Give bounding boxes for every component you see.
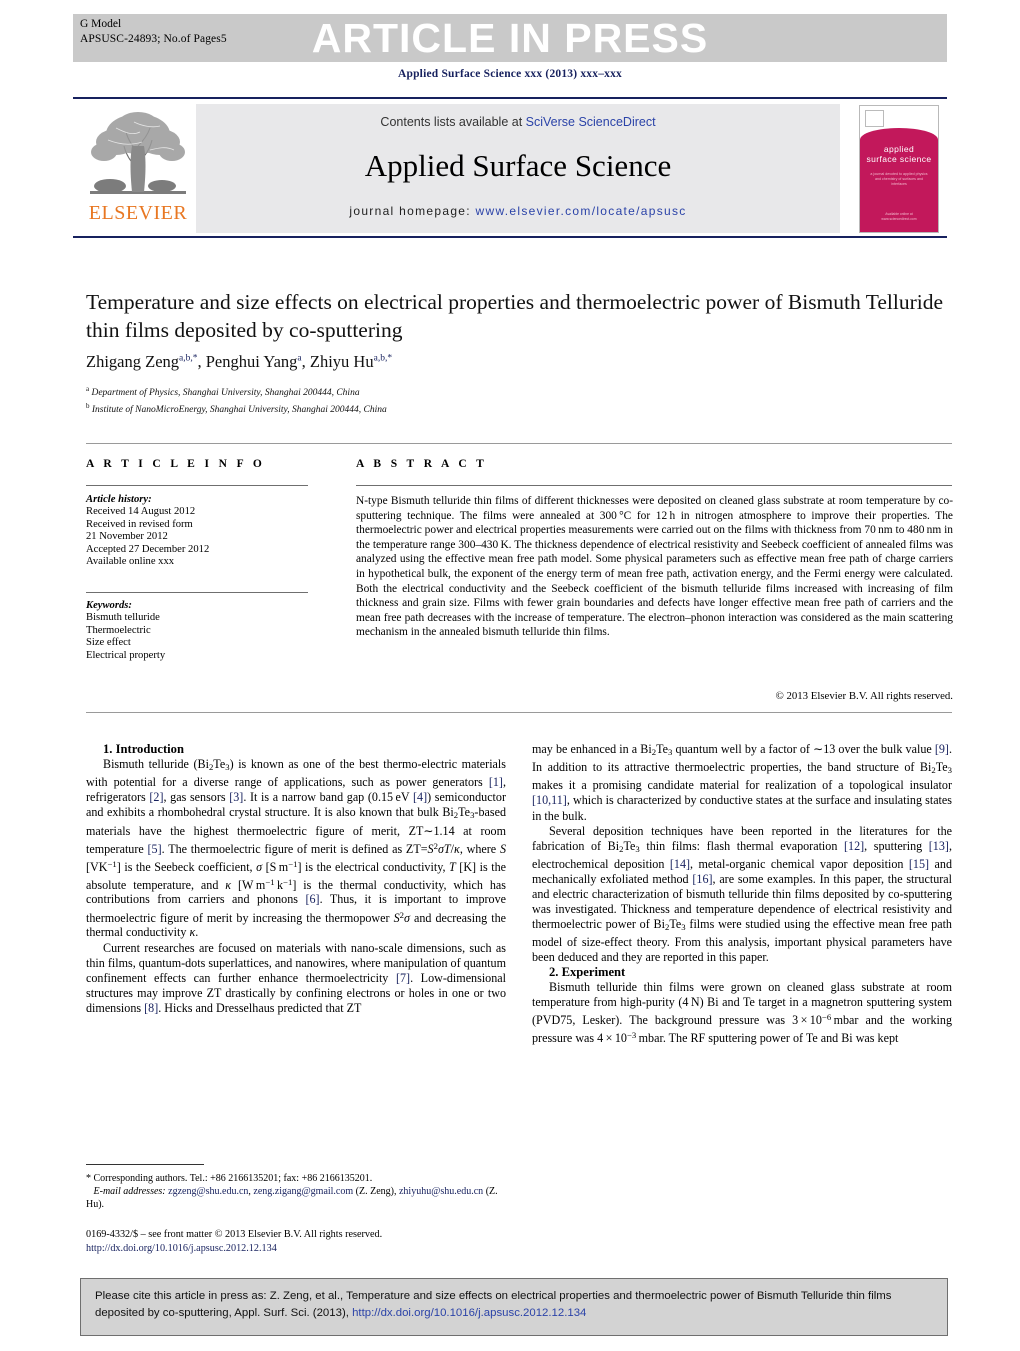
- contents-lists-prefix: Contents lists available at: [380, 115, 526, 129]
- g-model-label: G Model: [80, 18, 122, 30]
- journal-citation-line: Applied Surface Science xxx (2013) xxx–x…: [397, 68, 622, 80]
- footnote-block: * Corresponding authors. Tel.: +86 21661…: [86, 1172, 506, 1211]
- info-section-rule-top: [86, 443, 952, 444]
- footnote-rule: [86, 1164, 204, 1165]
- homepage-url-link[interactable]: www.elsevier.com/locate/apsusc: [476, 204, 687, 218]
- paragraph-experiment-1: Bismuth telluride thin films were grown …: [532, 980, 952, 1046]
- history-item: Accepted 27 December 2012: [86, 543, 210, 555]
- cite-this-article-box: Please cite this article in press as: Z.…: [80, 1278, 948, 1336]
- paragraph-intro-4: Several deposition techniques have been …: [532, 823, 952, 965]
- sciencedirect-link[interactable]: SciVerse ScienceDirect: [526, 115, 656, 129]
- contents-lists-line: Contents lists available at SciVerse Sci…: [196, 115, 840, 129]
- paragraph-intro-2: Current researches are focused on materi…: [86, 940, 506, 1015]
- copyright-line: © 2013 Elsevier B.V. All rights reserved…: [775, 690, 953, 702]
- history-item: Available online xxx: [86, 556, 175, 568]
- cover-title-line2: surface science: [866, 154, 932, 164]
- email-link-2[interactable]: zeng.zigang@gmail.com: [253, 1186, 353, 1197]
- header-rule-top: [73, 97, 947, 99]
- author-list: Zhigang Zenga,b,*, Penghui Yanga, Zhiyu …: [86, 352, 393, 371]
- journal-name: Applied Surface Science: [364, 148, 672, 183]
- history-item: 21 November 2012: [86, 531, 168, 543]
- keyword-item: Electrical property: [86, 649, 166, 661]
- email-attrib-1: (Z. Zeng),: [355, 1186, 397, 1197]
- article-history-label: Article history:: [86, 494, 152, 505]
- affiliation-b: b Institute of NanoMicroEnergy, Shanghai…: [86, 402, 387, 416]
- body-column-left: 1. Introduction Bismuth telluride (Bi2Te…: [86, 742, 506, 1016]
- cover-title-line1: applied: [883, 144, 915, 154]
- section-heading-introduction: 1. Introduction: [103, 742, 184, 756]
- keywords-rule: [86, 592, 308, 593]
- info-rule: [86, 485, 308, 486]
- cover-footer: Available online at www.sciencedirect.co…: [881, 212, 917, 221]
- email-link-1[interactable]: zgzeng@shu.edu.cn: [168, 1186, 248, 1197]
- keywords-label: Keywords:: [86, 600, 132, 611]
- header-rule-bottom: [73, 236, 947, 238]
- cover-subtitle: a journal devoted to applied physics and…: [870, 172, 928, 186]
- cite-doi-link[interactable]: http://dx.doi.org/10.1016/j.apsusc.2012.…: [352, 1307, 586, 1319]
- paragraph-intro-1: Bismuth telluride (Bi2Te3) is known as o…: [86, 757, 507, 940]
- history-item: Received 14 August 2012: [86, 506, 196, 518]
- cite-text: Please cite this article in press as: Z.…: [95, 1288, 933, 1322]
- keyword-item: Bismuth telluride: [86, 612, 160, 624]
- email-line: E-mail addresses: zgzeng@shu.edu.cn, zen…: [86, 1186, 498, 1210]
- abstract-heading: A B S T R A C T: [356, 458, 488, 470]
- article-info-heading: A R T I C L E I N F O: [86, 458, 266, 470]
- affiliations: a Department of Physics, Shanghai Univer…: [86, 383, 786, 417]
- journal-homepage-line: journal homepage: www.elsevier.com/locat…: [196, 204, 840, 218]
- front-matter-block: 0169-4332/$ – see front matter © 2013 El…: [86, 1228, 566, 1256]
- keyword-item: Thermoelectric: [86, 624, 151, 636]
- manuscript-id: APSUSC-24893; No.of Pages5: [80, 33, 227, 45]
- section-heading-experiment: 2. Experiment: [549, 965, 626, 980]
- journal-cover-thumbnail: applied surface science a journal devote…: [859, 105, 939, 233]
- info-section-rule-bottom: [86, 712, 952, 713]
- keyword-item: Size effect: [86, 637, 131, 649]
- g-model-block: G Model APSUSC-24893; No.of Pages5: [80, 17, 227, 47]
- keywords-block: Keywords: Bismuth telluride Thermoelectr…: [86, 600, 316, 662]
- history-item: Received in revised form: [86, 518, 193, 530]
- affiliation-a: a Department of Physics, Shanghai Univer…: [86, 385, 360, 399]
- email-label: E-mail addresses:: [93, 1186, 166, 1197]
- paragraph-intro-3: may be enhanced in a Bi2Te3 quantum well…: [532, 742, 952, 823]
- page-title: Temperature and size effects on electric…: [86, 290, 944, 342]
- elsevier-logo: ELSEVIER: [86, 106, 190, 230]
- elsevier-tree-icon: [88, 108, 188, 200]
- article-history: Article history: Received 14 August 2012…: [86, 494, 316, 568]
- cover-elsevier-mark: [865, 110, 884, 127]
- elsevier-wordmark: ELSEVIER: [88, 202, 188, 224]
- body-column-right: may be enhanced in a Bi2Te3 quantum well…: [532, 742, 952, 1046]
- email-link-3[interactable]: zhiyuhu@shu.edu.cn: [399, 1186, 483, 1197]
- front-matter-line: 0169-4332/$ – see front matter © 2013 El…: [86, 1229, 383, 1240]
- abstract-rule: [356, 485, 952, 486]
- homepage-label: journal homepage:: [349, 204, 476, 218]
- paper-page: ARTICLE IN PRESS G Model APSUSC-24893; N…: [0, 0, 1020, 1351]
- corresponding-author-note: * Corresponding authors. Tel.: +86 21661…: [86, 1173, 373, 1184]
- sciencedirect-header-box: Contents lists available at SciVerse Sci…: [196, 104, 840, 233]
- abstract-text: N-type Bismuth telluride thin films of d…: [356, 495, 953, 639]
- doi-link[interactable]: http://dx.doi.org/10.1016/j.apsusc.2012.…: [86, 1242, 566, 1256]
